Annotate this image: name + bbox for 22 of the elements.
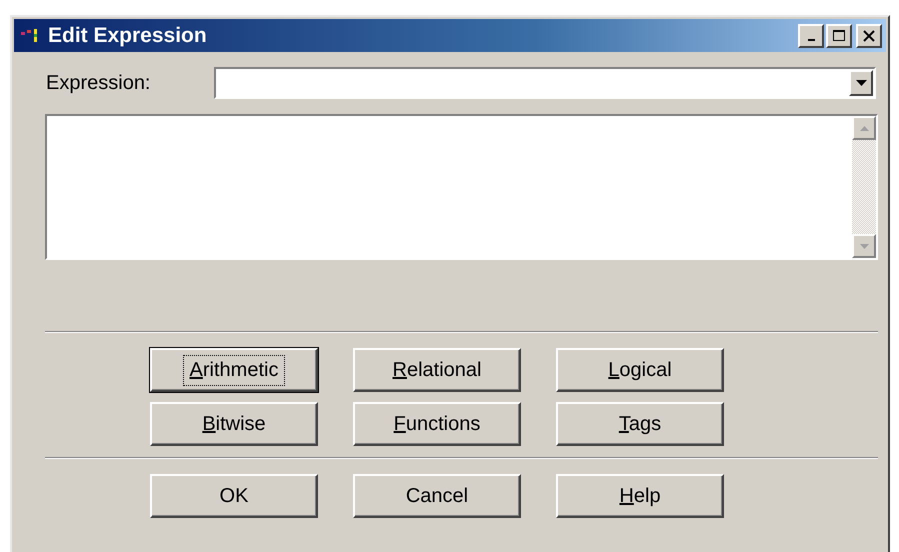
window-title: Edit Expression	[48, 24, 208, 48]
dropdown-arrow-icon	[856, 80, 866, 86]
operator-button[interactable]: Relational	[353, 348, 521, 392]
operator-button[interactable]: Functions	[353, 402, 521, 446]
operator-button[interactable]: Bitwise	[150, 402, 318, 446]
expression-label: Expression:	[46, 72, 152, 94]
minimize-icon	[808, 38, 814, 40]
scroll-down-icon	[860, 244, 868, 248]
minimize-button[interactable]	[798, 24, 824, 48]
close-button[interactable]	[856, 24, 882, 48]
close-icon	[862, 28, 876, 42]
operator-button[interactable]: Arithmetic	[150, 348, 318, 392]
dialog-button[interactable]: Help	[556, 474, 724, 518]
maximize-button[interactable]	[826, 24, 852, 48]
operator-button[interactable]: Tags	[556, 402, 724, 446]
dialog-button[interactable]: Cancel	[353, 474, 521, 518]
expression-combo-box[interactable]	[214, 67, 876, 99]
scrollbar[interactable]	[852, 116, 876, 258]
operator-button[interactable]: Logical	[556, 348, 724, 392]
dialog-button[interactable]: OK	[150, 474, 318, 518]
maximize-icon	[832, 28, 846, 42]
scroll-up-icon	[860, 126, 868, 130]
